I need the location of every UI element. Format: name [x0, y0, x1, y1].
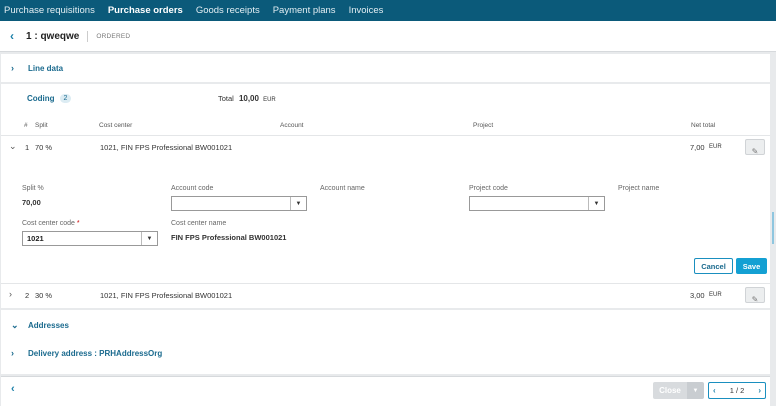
row-currency: EUR	[709, 144, 722, 150]
row-currency: EUR	[709, 292, 722, 298]
project-code-label: Project code	[469, 185, 508, 192]
project-name-label: Project name	[618, 185, 660, 192]
cost-center-name-value: FIN FPS Professional BW001021	[171, 233, 287, 242]
chevron-down-icon[interactable]: ⌄	[11, 320, 23, 331]
back-chevron-icon[interactable]: ‹	[10, 29, 21, 43]
split-value: 70,00	[22, 198, 41, 207]
split-label: Split %	[22, 185, 44, 192]
back-chevron-icon[interactable]: ‹	[11, 383, 15, 395]
total-value: 10,00	[238, 94, 259, 103]
chevron-right-icon[interactable]: ›	[11, 63, 23, 73]
cost-center-name-label: Cost center name	[171, 220, 227, 227]
addresses-toggle[interactable]: ⌄ Addresses	[1, 318, 69, 332]
pencil-icon: ✎	[751, 147, 759, 156]
account-name-label: Account name	[320, 185, 365, 192]
line-data-section[interactable]: › Line data	[1, 54, 770, 82]
project-code-select[interactable]: ▼	[469, 196, 605, 211]
tab-goods-receipts[interactable]: Goods receipts	[196, 5, 260, 16]
document-header: ‹ 1 : qweqwe ORDERED	[0, 21, 776, 52]
coding-edit-form: Split % 70,00 Account code ▼ Account nam…	[1, 156, 770, 280]
page-indicator: 1 / 2	[729, 386, 745, 395]
delivery-address-toggle[interactable]: › Delivery address : PRHAddressOrg	[1, 346, 162, 360]
chevron-right-icon[interactable]: ›	[9, 289, 12, 299]
account-code-select[interactable]: ▼	[171, 196, 307, 211]
row-net-total: 7,00	[690, 143, 705, 152]
chevron-right-icon[interactable]: ›	[11, 348, 23, 358]
row-cost-center: 1021, FIN FPS Professional BW001021	[100, 143, 233, 152]
row-num: 2	[25, 291, 30, 300]
top-navigation: Purchase requisitions Purchase orders Go…	[0, 0, 776, 21]
chevron-left-icon[interactable]: ‹	[713, 386, 716, 395]
col-split: Split	[35, 122, 48, 129]
coding-section: Coding 2 Total 10,00 EUR # Split Cost ce…	[1, 84, 770, 308]
total-currency: EUR	[263, 97, 276, 103]
coding-row[interactable]: ⌄ 1 70 % 1021, FIN FPS Professional BW00…	[1, 135, 770, 157]
divider	[87, 30, 89, 42]
col-cost-center: Cost center	[99, 122, 133, 129]
edit-button[interactable]: ✎	[745, 287, 765, 304]
total-label: Total	[218, 94, 234, 103]
tab-invoices[interactable]: Invoices	[349, 5, 384, 16]
account-code-label: Account code	[171, 185, 214, 192]
delivery-address-label: Delivery address : PRHAddressOrg	[28, 348, 163, 358]
addresses-section: ⌄ Addresses › Delivery address : PRHAddr…	[1, 310, 770, 374]
coding-header: Coding 2	[27, 94, 72, 103]
col-net-total: Net total	[691, 122, 716, 129]
row-split: 30 %	[35, 291, 53, 300]
row-split: 70 %	[35, 143, 53, 152]
caret-down-icon[interactable]: ▼	[290, 197, 306, 210]
tab-purchase-requisitions[interactable]: Purchase requisitions	[4, 5, 95, 16]
page-title: 1 : qweqwe	[26, 30, 80, 42]
col-project: Project	[473, 122, 494, 129]
coding-total: Total 10,00 EUR	[218, 94, 276, 103]
chevron-right-icon[interactable]: ›	[758, 386, 761, 395]
addresses-label: Addresses	[28, 320, 69, 330]
pager: ‹ 1 / 2 ›	[708, 382, 766, 399]
edit-button[interactable]: ✎	[745, 139, 765, 156]
col-num: #	[24, 122, 28, 129]
close-dropdown-button[interactable]: ▼	[687, 382, 704, 399]
pencil-icon: ✎	[751, 295, 759, 304]
col-account: Account	[280, 122, 304, 129]
footer-bar: ‹ Close ▼ ‹ 1 / 2 ›	[1, 376, 770, 406]
tab-payment-plans[interactable]: Payment plans	[273, 5, 336, 16]
coding-label: Coding	[27, 94, 55, 103]
coding-count-badge: 2	[59, 94, 72, 103]
status-badge: ORDERED	[96, 32, 131, 40]
coding-table-header: # Split Cost center Account Project Net …	[1, 122, 770, 134]
caret-down-icon[interactable]: ▼	[588, 197, 604, 210]
chevron-down-icon[interactable]: ⌄	[9, 141, 17, 152]
close-button[interactable]: Close	[653, 382, 687, 399]
scrollbar-thumb[interactable]	[772, 212, 774, 244]
caret-down-icon[interactable]: ▼	[141, 232, 157, 245]
save-button[interactable]: Save	[736, 258, 767, 274]
cancel-button[interactable]: Cancel	[694, 258, 733, 274]
cost-center-code-select[interactable]: 1021 ▼	[22, 231, 158, 246]
cost-center-code-value: 1021	[27, 234, 44, 243]
coding-row[interactable]: › 2 30 % 1021, FIN FPS Professional BW00…	[1, 283, 770, 305]
row-net-total: 3,00	[690, 291, 705, 300]
line-data-label: Line data	[28, 63, 64, 73]
row-cost-center: 1021, FIN FPS Professional BW001021	[100, 291, 233, 300]
cost-center-code-label: Cost center code *	[22, 220, 80, 227]
tab-purchase-orders[interactable]: Purchase orders	[108, 5, 183, 16]
caret-down-icon: ▼	[692, 387, 699, 394]
row-num: 1	[25, 143, 30, 152]
